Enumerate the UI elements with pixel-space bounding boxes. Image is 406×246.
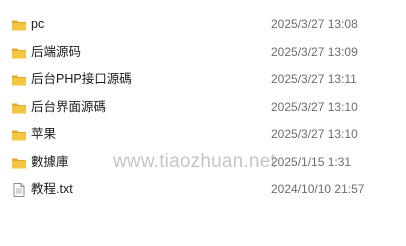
file-name: 后台界面源碼 [31, 99, 107, 114]
file-row-admin-ui-source[interactable]: 后台界面源碼 2025/3/27 13:10 [0, 94, 406, 122]
file-row-apple[interactable]: 苹果 2025/3/27 13:10 [0, 121, 406, 149]
folder-icon [11, 72, 27, 88]
file-name: 后端源码 [31, 44, 82, 59]
file-modified-date: 2024/10/10 21:57 [271, 182, 365, 196]
file-name: 苹果 [31, 127, 57, 141]
folder-icon [11, 100, 27, 116]
file-name: pc [31, 17, 45, 31]
file-modified-date: 2025/3/27 13:10 [271, 99, 358, 114]
file-row-backend-source[interactable]: 后端源码 2025/3/27 13:09 [0, 39, 406, 67]
file-row-php-api-source[interactable]: 后台PHP接口源碼 2025/3/27 13:11 [0, 66, 406, 94]
file-row-pc[interactable]: pc 2025/3/27 13:08 [0, 11, 406, 39]
file-modified-date: 2025/3/27 13:08 [271, 17, 358, 31]
folder-icon [11, 17, 27, 33]
file-name: 數據庫 [31, 154, 69, 169]
file-name: 后台PHP接口源碼 [31, 72, 132, 86]
file-modified-date: 2025/3/27 13:11 [271, 72, 357, 86]
file-modified-date: 2025/3/27 13:09 [271, 44, 358, 59]
file-name: 教程.txt [31, 182, 73, 196]
file-row-database[interactable]: 數據庫 2025/1/15 1:31 [0, 149, 406, 177]
file-list: pc 2025/3/27 13:08 后端源码 2025/3/27 13:09 … [0, 11, 406, 204]
folder-icon [11, 127, 27, 143]
folder-icon [11, 155, 27, 171]
folder-icon [11, 45, 27, 61]
file-modified-date: 2025/3/27 13:10 [271, 127, 358, 141]
file-row-tutorial-txt[interactable]: 教程.txt 2024/10/10 21:57 [0, 176, 406, 204]
text-file-icon [11, 182, 27, 198]
file-modified-date: 2025/1/15 1:31 [271, 154, 352, 169]
